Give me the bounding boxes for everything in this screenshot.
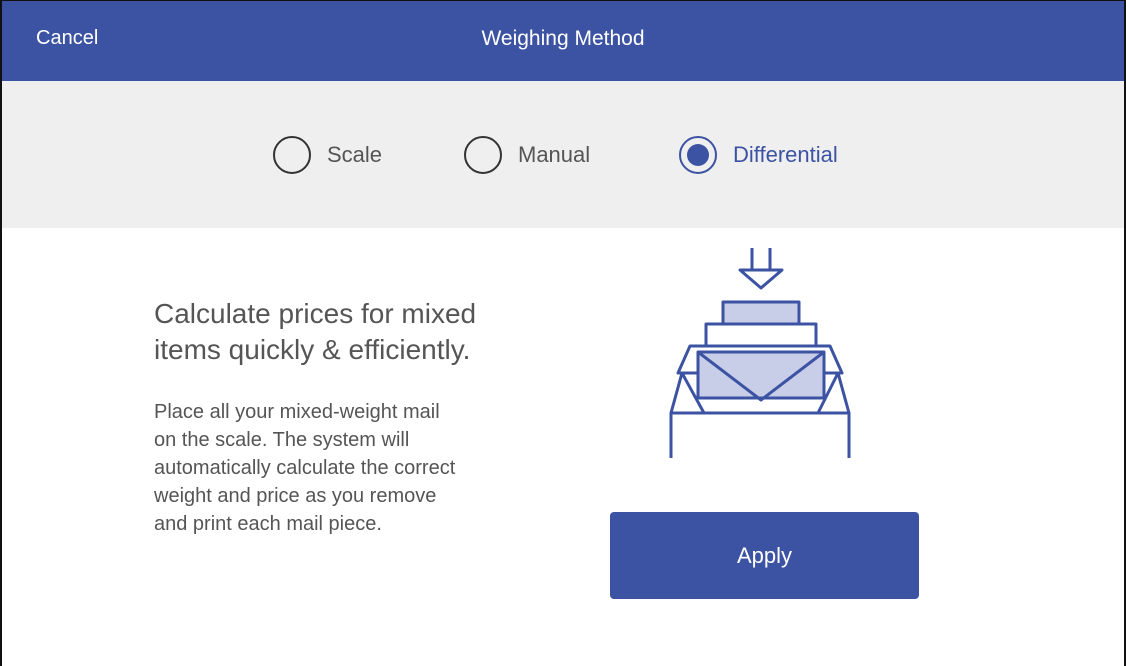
radio-label-differential: Differential bbox=[733, 142, 838, 167]
header-bar: Cancel Weighing Method bbox=[2, 1, 1124, 81]
description-line: on the scale. The system will bbox=[154, 429, 410, 451]
mail-tray-scale-icon bbox=[669, 248, 851, 458]
page-title: Weighing Method bbox=[481, 27, 645, 50]
description: Place all your mixed-weight mail on the … bbox=[154, 398, 574, 538]
radio-manual[interactable]: Manual bbox=[464, 135, 590, 175]
weighing-method-selector: Scale Manual Differential bbox=[2, 81, 1124, 228]
description-line: automatically calculate the correct bbox=[154, 457, 456, 479]
headline-line: items quickly & efficiently. bbox=[154, 334, 471, 365]
radio-label-scale: Scale bbox=[327, 142, 383, 167]
description-line: Place all your mixed-weight mail bbox=[154, 401, 440, 423]
description-line: and print each mail piece. bbox=[154, 513, 382, 535]
radio-label-manual: Manual bbox=[518, 142, 591, 167]
description-line: weight and price as you remove bbox=[154, 485, 437, 507]
headline-line: Calculate prices for mixed bbox=[154, 298, 477, 329]
radio-selected-icon bbox=[679, 136, 717, 174]
apply-button[interactable]: Apply bbox=[610, 512, 919, 599]
headline: Calculate prices for mixed items quickly… bbox=[154, 296, 574, 368]
radio-differential[interactable]: Differential bbox=[679, 135, 838, 175]
radio-circle-icon bbox=[273, 136, 311, 174]
radio-scale[interactable]: Scale bbox=[273, 135, 382, 175]
app-frame: Cancel Weighing Method Scale Manual Diff… bbox=[0, 0, 1126, 666]
content-area: Calculate prices for mixed items quickly… bbox=[2, 228, 1124, 666]
radio-circle-icon bbox=[464, 136, 502, 174]
